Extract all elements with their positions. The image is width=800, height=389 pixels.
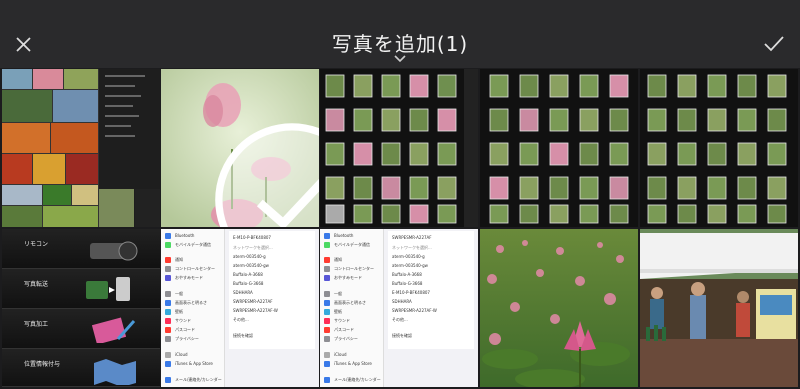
settings-sidebar: Bluetooth モバイルデータ通信 通知 コントロールセンター おやすみモー… (320, 229, 384, 387)
photo-thumbnail[interactable]: Bluetooth モバイルデータ通信 通知 コントロールセンター おやすみモー… (161, 229, 319, 387)
photo-thumbnail[interactable] (320, 69, 478, 227)
photo-grid-thumbnails-image (480, 69, 638, 227)
photo-grid-thumbnails-image (320, 69, 478, 227)
remote-item: 写真転送 (2, 269, 160, 309)
title-text: 写真を追加 (331, 32, 437, 56)
edit-photo-icon (91, 317, 136, 343)
remote-item: 写真加工 (2, 309, 160, 349)
top-bar: 写真を追加(1) (0, 0, 800, 68)
wifi-list: SWRPESMR-A227AF ネットワークを選択... aterm-00354… (388, 231, 474, 349)
wifi-list: E-M10-P-BFK40807 ネットワークを選択... aterm-0035… (229, 231, 315, 349)
map-icon (94, 359, 136, 385)
photo-thumbnail-selected[interactable] (161, 69, 319, 227)
phone-transfer-icon (86, 277, 130, 301)
selected-count: (1) (436, 32, 469, 56)
settings-sidebar: Bluetooth モバイルデータ通信 通知 コントロールセンター おやすみモー… (161, 229, 225, 387)
photo-thumbnail[interactable] (640, 229, 798, 387)
remote-item-label: 写真加工 (24, 321, 49, 328)
photo-lotus-field-image (480, 229, 638, 387)
done-button[interactable] (760, 30, 788, 58)
checkmark-icon (764, 36, 784, 52)
remote-item: 位置情報付与 (2, 349, 160, 387)
photo-thumbnail[interactable]: リモコン 写真転送 写真加工 位置情報付与 (2, 229, 160, 387)
photo-thumbnail[interactable] (480, 229, 638, 387)
remote-item-label: リモコン (24, 241, 49, 248)
chevron-down-icon[interactable] (392, 54, 408, 64)
camera-icon (90, 241, 138, 261)
photo-collage-image (2, 69, 160, 227)
remote-item-label: 位置情報付与 (24, 361, 61, 368)
photo-thumbnail[interactable]: Bluetooth モバイルデータ通信 通知 コントロールセンター おやすみモー… (320, 229, 478, 387)
photo-thumbnail[interactable] (2, 69, 160, 227)
photo-festival-tent-image (640, 229, 798, 387)
photo-grid: リモコン 写真転送 写真加工 位置情報付与 Bluetooth モバイルデータ通… (0, 69, 800, 389)
page-title[interactable]: 写真を追加(1) (0, 28, 800, 57)
remote-item: リモコン (2, 229, 160, 269)
remote-item-label: 写真転送 (24, 281, 49, 288)
photo-thumbnail[interactable] (640, 69, 798, 227)
photo-grid-thumbnails-image (640, 69, 798, 227)
checkmark-circle-icon (215, 123, 319, 227)
photo-thumbnail[interactable] (480, 69, 638, 227)
